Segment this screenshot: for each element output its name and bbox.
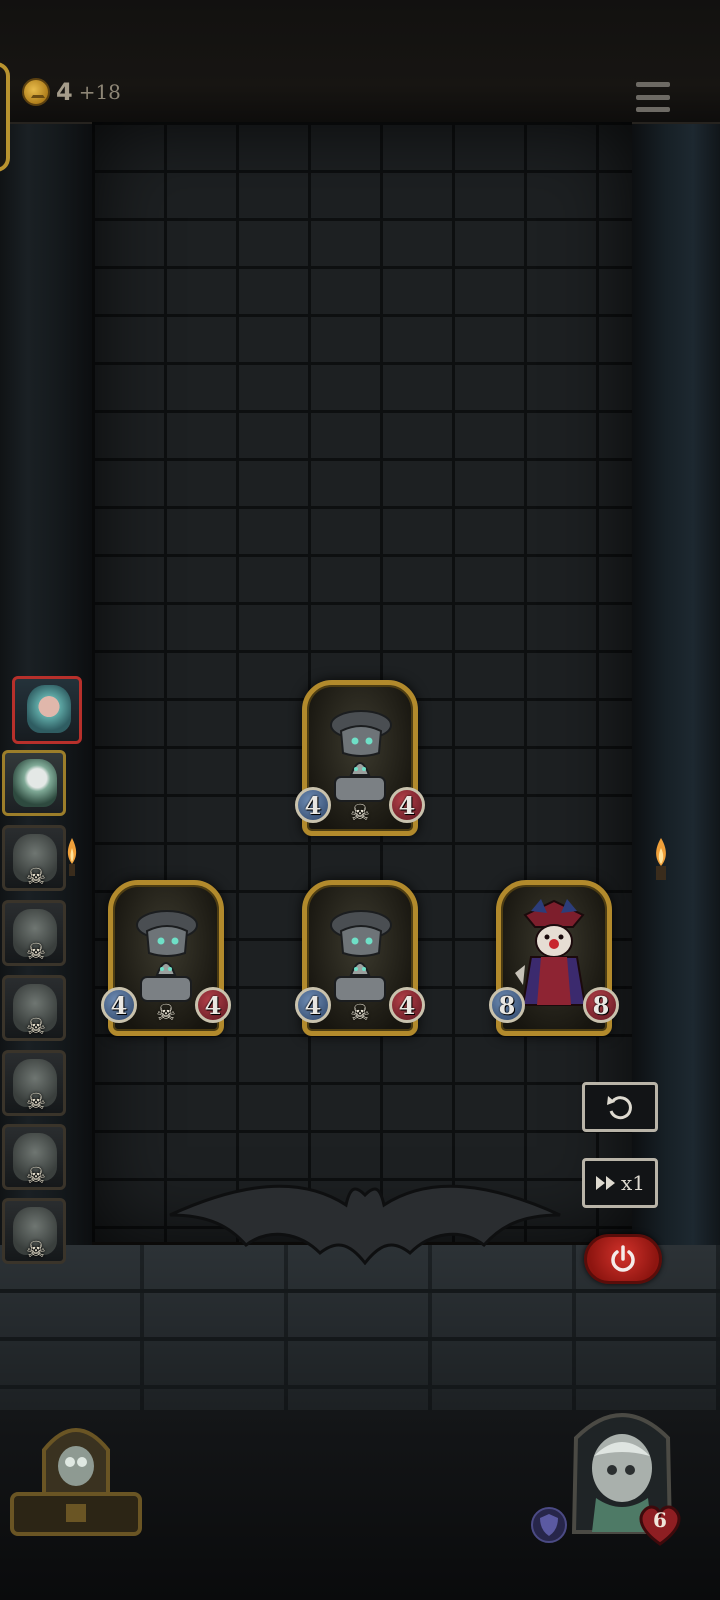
hero-frame-edge	[0, 62, 10, 172]
health-stat: 4	[195, 987, 231, 1023]
skull-icon: ☠	[26, 1164, 46, 1189]
health-stat: 4	[389, 787, 425, 823]
unit-card-bell[interactable]: 4 ☠ 4	[295, 880, 425, 1036]
shop-chest-icon[interactable]	[6, 1410, 146, 1538]
hamburger-menu-icon[interactable]	[636, 82, 670, 112]
skull-icon: ☠	[26, 940, 46, 965]
roster-slot-3[interactable]: ☠	[2, 825, 66, 891]
roster-slot-4[interactable]: ☠	[2, 900, 66, 966]
attack-stat: 4	[101, 987, 137, 1023]
unit-card-clown[interactable]: 8 8	[489, 880, 619, 1036]
attack-stat: 8	[489, 987, 525, 1023]
bell-creature-art	[330, 710, 392, 802]
skull-icon: ☠	[350, 801, 370, 826]
health-stat: 4	[389, 987, 425, 1023]
bat-emblem	[169, 1184, 561, 1265]
roster-slot-6[interactable]: ☠	[2, 1050, 66, 1116]
torch-left-icon	[67, 838, 77, 876]
ghost-hero-portrait	[13, 759, 57, 807]
skull-icon: ☠	[26, 1090, 46, 1115]
roster-slot-8[interactable]: ☠	[2, 1198, 66, 1264]
elf-portrait	[27, 685, 71, 733]
bell-creature-art	[136, 910, 198, 1002]
roster-slot-ghost-hero[interactable]	[2, 750, 66, 816]
roster-slot-7[interactable]: ☠	[2, 1124, 66, 1190]
player-health: 6	[653, 1508, 667, 1532]
coin-income: +18	[78, 80, 121, 104]
bell-creature-art	[330, 910, 392, 1002]
coin-counter: 4 +18	[22, 77, 121, 107]
attack-stat: 4	[295, 987, 331, 1023]
skull-icon: ☠	[156, 1001, 176, 1026]
speed-button[interactable]: x1	[582, 1158, 658, 1208]
shield-icon	[531, 1507, 567, 1543]
crown-coin-icon	[22, 78, 50, 106]
power-icon	[611, 1245, 635, 1272]
speed-label: x1	[620, 1171, 645, 1195]
roster-slot-elf[interactable]	[12, 676, 82, 744]
skull-icon: ☠	[26, 865, 46, 890]
power-button[interactable]	[584, 1234, 662, 1284]
skull-icon: ☠	[26, 1015, 46, 1040]
undo-icon	[607, 1096, 632, 1120]
roster-slot-5[interactable]: ☠	[2, 975, 66, 1041]
health-stat: 8	[583, 987, 619, 1023]
coin-count: 4	[56, 78, 73, 106]
attack-stat: 4	[295, 787, 331, 823]
skull-icon: ☠	[350, 1001, 370, 1026]
skull-icon: ☠	[26, 1238, 46, 1263]
fast-forward-icon	[595, 1176, 615, 1190]
undo-button[interactable]	[582, 1082, 658, 1132]
unit-card-bell[interactable]: 4 ☠ 4	[101, 880, 231, 1036]
unit-card-bell[interactable]: 4 ☠ 4	[295, 680, 425, 836]
torch-right-icon	[656, 838, 666, 880]
